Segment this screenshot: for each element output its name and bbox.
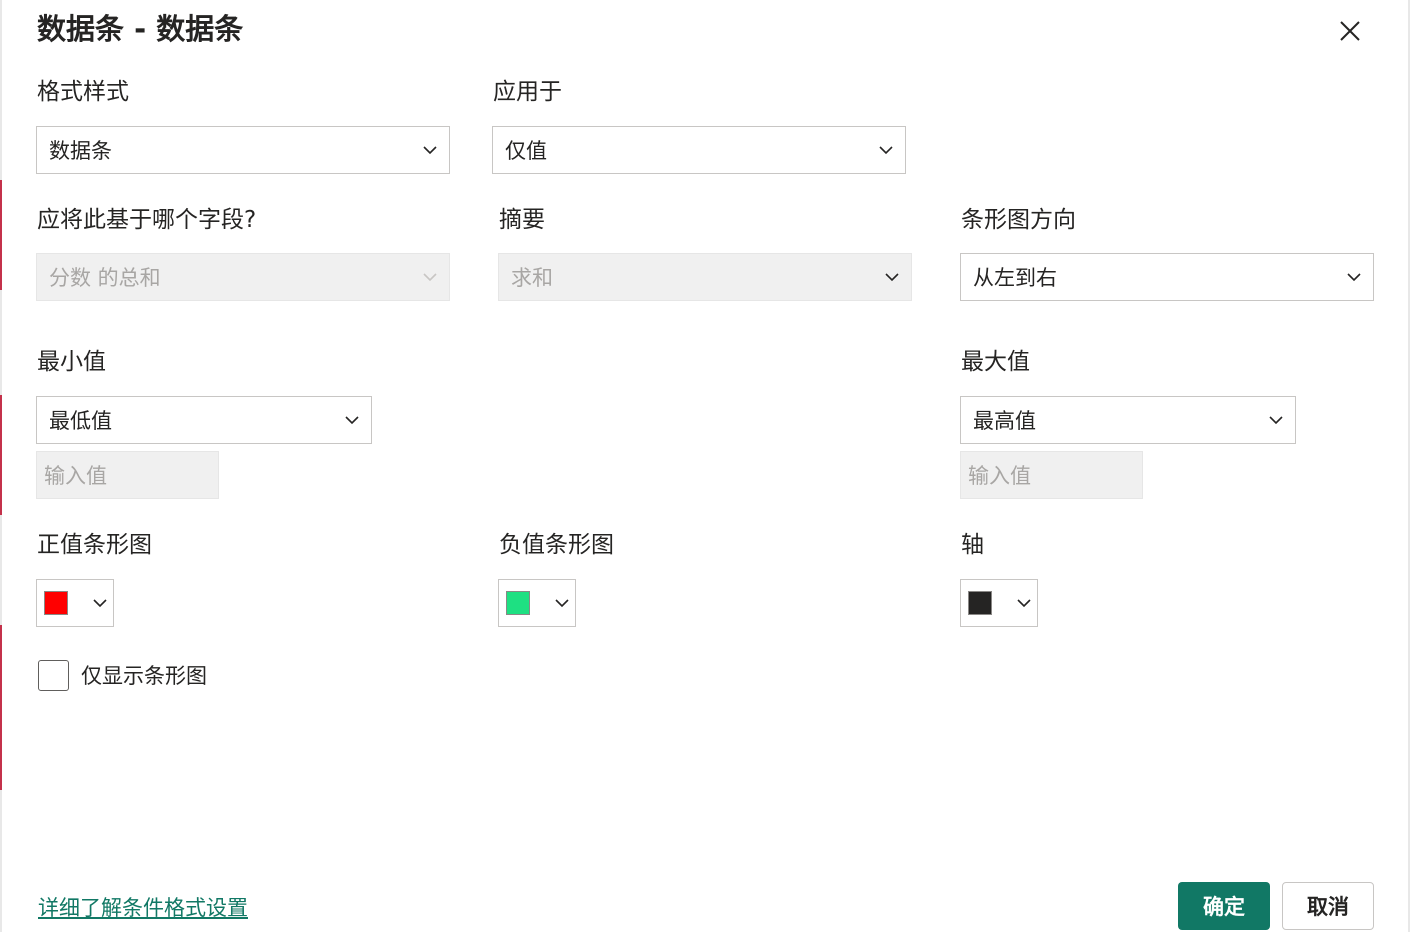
negative-bar-label: 负值条形图 — [499, 532, 614, 558]
maximum-dropdown[interactable]: 最高值 — [960, 396, 1296, 444]
format-style-value: 数据条 — [49, 139, 112, 163]
maximum-value: 最高值 — [973, 409, 1036, 433]
chevron-down-icon — [1347, 272, 1361, 281]
chevron-down-icon — [345, 415, 359, 424]
cancel-button[interactable]: 取消 — [1282, 882, 1374, 930]
apply-to-label: 应用于 — [493, 79, 562, 105]
format-style-label: 格式样式 — [37, 79, 129, 105]
ok-button[interactable]: 确定 — [1178, 882, 1270, 930]
chevron-down-icon — [93, 598, 107, 607]
left-edge-marker — [0, 625, 2, 790]
bar-direction-dropdown[interactable]: 从左到右 — [960, 253, 1374, 301]
axis-swatch — [968, 591, 992, 615]
base-field-value: 分数 的总和 — [49, 266, 161, 290]
learn-more-link[interactable]: 详细了解条件格式设置 — [38, 893, 248, 923]
base-field-label: 应将此基于哪个字段? — [37, 207, 257, 233]
positive-bar-swatch — [44, 591, 68, 615]
left-edge-marker — [0, 395, 2, 515]
close-icon — [1340, 21, 1360, 41]
summary-label: 摘要 — [499, 207, 545, 233]
base-field-dropdown: 分数 的总和 — [36, 253, 450, 301]
close-button[interactable] — [1334, 15, 1366, 47]
chevron-down-icon — [423, 145, 437, 154]
dialog-title: 数据条 - 数据条 — [37, 12, 244, 46]
chevron-down-icon — [885, 272, 899, 281]
apply-to-dropdown[interactable]: 仅值 — [492, 126, 906, 174]
maximum-input-placeholder: 输入值 — [968, 464, 1031, 488]
left-edge-marker — [0, 180, 2, 290]
minimum-input-placeholder: 输入值 — [44, 464, 107, 488]
summary-value: 求和 — [511, 266, 553, 290]
minimum-dropdown[interactable]: 最低值 — [36, 396, 372, 444]
summary-dropdown: 求和 — [498, 253, 912, 301]
axis-color-picker[interactable] — [960, 579, 1038, 627]
minimum-value: 最低值 — [49, 409, 112, 433]
minimum-label: 最小值 — [37, 349, 106, 375]
bar-direction-label: 条形图方向 — [961, 207, 1076, 233]
show-bar-only-checkbox[interactable] — [38, 660, 69, 691]
chevron-down-icon — [1017, 598, 1031, 607]
maximum-value-input: 输入值 — [960, 451, 1143, 499]
show-bar-only-label: 仅显示条形图 — [81, 664, 207, 688]
chevron-down-icon — [1269, 415, 1283, 424]
apply-to-value: 仅值 — [505, 139, 547, 163]
minimum-value-input: 输入值 — [36, 451, 219, 499]
maximum-label: 最大值 — [961, 349, 1030, 375]
chevron-down-icon — [555, 598, 569, 607]
positive-bar-color-picker[interactable] — [36, 579, 114, 627]
negative-bar-swatch — [506, 591, 530, 615]
chevron-down-icon — [423, 272, 437, 281]
positive-bar-label: 正值条形图 — [37, 532, 152, 558]
bar-direction-value: 从左到右 — [973, 266, 1057, 290]
format-style-dropdown[interactable]: 数据条 — [36, 126, 450, 174]
chevron-down-icon — [879, 145, 893, 154]
negative-bar-color-picker[interactable] — [498, 579, 576, 627]
axis-label: 轴 — [961, 532, 984, 558]
